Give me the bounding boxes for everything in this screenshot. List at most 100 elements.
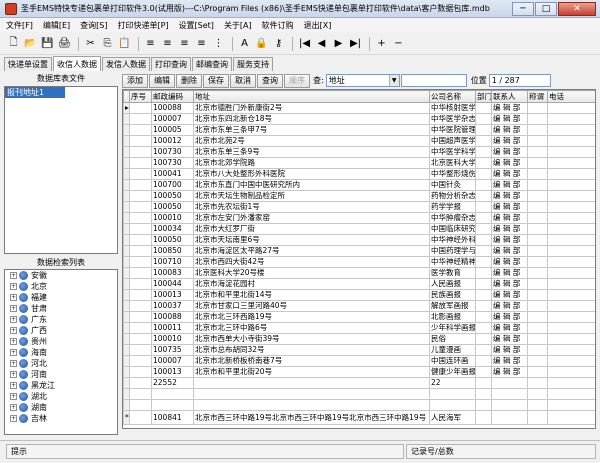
delete-button[interactable]: 删除: [176, 73, 202, 88]
table-cell[interactable]: [475, 201, 492, 213]
table-cell[interactable]: [547, 157, 595, 169]
table-cell[interactable]: [547, 212, 595, 224]
table-cell[interactable]: [129, 355, 152, 367]
region-tree[interactable]: + 安徽 + 北京 + 福建 + 甘肃 + 广东 + 广西 + 贵州 + 海南 + 河北 + 河南 + 黑龙江 + 湖北 + 湖南…: [4, 269, 118, 435]
table-cell[interactable]: [547, 366, 595, 378]
table-cell[interactable]: [527, 212, 548, 224]
tree-item[interactable]: + 甘肃: [5, 303, 117, 314]
table-cell[interactable]: 编 辑 部: [491, 311, 528, 323]
add-button[interactable]: 添加: [122, 73, 148, 88]
table-cell[interactable]: [475, 388, 492, 400]
table-cell[interactable]: [129, 388, 152, 400]
table-cell[interactable]: [475, 399, 492, 411]
table-cell[interactable]: 100088: [151, 311, 194, 323]
table-cell[interactable]: 中华神经外科: [429, 234, 476, 246]
table-cell[interactable]: 北京市北三环中路6号: [193, 322, 430, 334]
table-cell[interactable]: 100841: [151, 410, 194, 425]
table-cell[interactable]: [547, 179, 595, 191]
align-center-icon[interactable]: ≡: [160, 36, 175, 51]
table-cell[interactable]: 北京市东四北新仓18号: [193, 113, 430, 125]
table-cell[interactable]: 北京市西三环中路19号北京市西三环中路19号北京市西三环中路19号: [193, 410, 430, 425]
table-cell[interactable]: [527, 322, 548, 334]
table-cell[interactable]: 中国药理学与: [429, 245, 476, 257]
row-indicator[interactable]: ▸: [123, 102, 130, 114]
table-cell[interactable]: [475, 102, 492, 114]
expand-icon[interactable]: +: [10, 415, 17, 422]
tree-item[interactable]: + 福建: [5, 292, 117, 303]
table-cell[interactable]: 编 辑 部: [491, 212, 528, 224]
table-cell[interactable]: [129, 377, 152, 389]
table-cell[interactable]: 100012: [151, 135, 194, 147]
table-cell[interactable]: 北京市西四大街42号: [193, 256, 430, 268]
db-table-list[interactable]: 报刊地址1: [4, 86, 118, 254]
table-row[interactable]: 100011 北京市北三环中路6号 少年科学画报 编 辑 部: [123, 322, 595, 334]
table-cell[interactable]: 北京市和平里北街14号: [193, 289, 430, 301]
table-cell[interactable]: 编 辑 部: [491, 190, 528, 202]
table-cell[interactable]: 人民画报: [429, 278, 476, 290]
table-cell[interactable]: 编 辑 部: [491, 366, 528, 378]
menu-exit[interactable]: 退出[X]: [304, 20, 332, 31]
table-cell[interactable]: [475, 410, 492, 425]
table-cell[interactable]: [475, 355, 492, 367]
table-cell[interactable]: [547, 311, 595, 323]
menu-about[interactable]: 关于[A]: [224, 20, 252, 31]
table-cell[interactable]: [475, 223, 492, 235]
lock-icon[interactable]: 🔒: [254, 36, 269, 51]
table-cell[interactable]: 编 辑 部: [491, 322, 528, 334]
print-icon[interactable]: 🖨: [57, 36, 72, 51]
table-cell[interactable]: 民族画报: [429, 289, 476, 301]
table-cell[interactable]: [527, 388, 548, 400]
table-cell[interactable]: [547, 399, 595, 411]
table-cell[interactable]: 人民海军: [429, 410, 476, 425]
table-row[interactable]: 100050 北京市天坛南里6号 中华神经外科 编 辑 部: [123, 234, 595, 246]
table-cell[interactable]: 编 辑 部: [491, 300, 528, 312]
row-indicator[interactable]: *: [123, 410, 130, 425]
expand-icon[interactable]: +: [10, 316, 17, 323]
table-cell[interactable]: 编 辑 部: [491, 333, 528, 345]
table-cell[interactable]: [527, 399, 548, 411]
table-row[interactable]: 100013 北京市和平里北街14号 民族画报 编 辑 部: [123, 289, 595, 301]
table-cell[interactable]: [193, 388, 430, 400]
table-cell[interactable]: [547, 256, 595, 268]
tree-item[interactable]: + 安徽: [5, 270, 117, 281]
table-cell[interactable]: [475, 344, 492, 356]
align-justify-icon[interactable]: ≡: [194, 36, 209, 51]
tab-5[interactable]: 服务支持: [233, 57, 273, 71]
table-cell[interactable]: [527, 289, 548, 301]
table-cell[interactable]: 北京市东单三条甲7号: [193, 124, 430, 136]
table-cell[interactable]: 编 辑 部: [491, 234, 528, 246]
table-cell[interactable]: 编 辑 部: [491, 168, 528, 180]
table-cell[interactable]: [129, 146, 152, 158]
table-cell[interactable]: 中华医学杂志: [429, 113, 476, 125]
table-cell[interactable]: [129, 322, 152, 334]
table-cell[interactable]: 北京市大红罗厂街: [193, 223, 430, 235]
tree-item[interactable]: + 广西: [5, 325, 117, 336]
table-cell[interactable]: [475, 190, 492, 202]
tab-4[interactable]: 邮编查询: [192, 57, 232, 71]
table-cell[interactable]: [129, 300, 152, 312]
table-cell[interactable]: 编 辑 部: [491, 289, 528, 301]
table-cell[interactable]: [547, 300, 595, 312]
table-cell[interactable]: [475, 168, 492, 180]
tree-item[interactable]: + 湖南: [5, 402, 117, 413]
table-cell[interactable]: [475, 267, 492, 279]
table-cell[interactable]: 中华神经精神: [429, 256, 476, 268]
table-cell[interactable]: [129, 344, 152, 356]
table-cell[interactable]: [527, 113, 548, 125]
table-cell[interactable]: 编 辑 部: [491, 344, 528, 356]
table-cell[interactable]: 北京市北三环西路19号: [193, 311, 430, 323]
menu-settings[interactable]: 设置[Set]: [179, 20, 214, 31]
table-cell[interactable]: 中华整形烧伤: [429, 168, 476, 180]
column-header[interactable]: 联系人: [491, 90, 528, 103]
table-cell[interactable]: [129, 333, 152, 345]
expand-icon[interactable]: +: [10, 327, 17, 334]
table-cell[interactable]: 北京市德胜门外新康街2号: [193, 102, 430, 114]
table-cell[interactable]: [475, 333, 492, 345]
table-cell[interactable]: [547, 388, 595, 400]
table-cell[interactable]: [129, 113, 152, 125]
table-cell[interactable]: [527, 157, 548, 169]
expand-icon[interactable]: +: [10, 305, 17, 312]
table-cell[interactable]: [129, 234, 152, 246]
table-cell[interactable]: [151, 388, 194, 400]
table-cell[interactable]: [475, 245, 492, 257]
